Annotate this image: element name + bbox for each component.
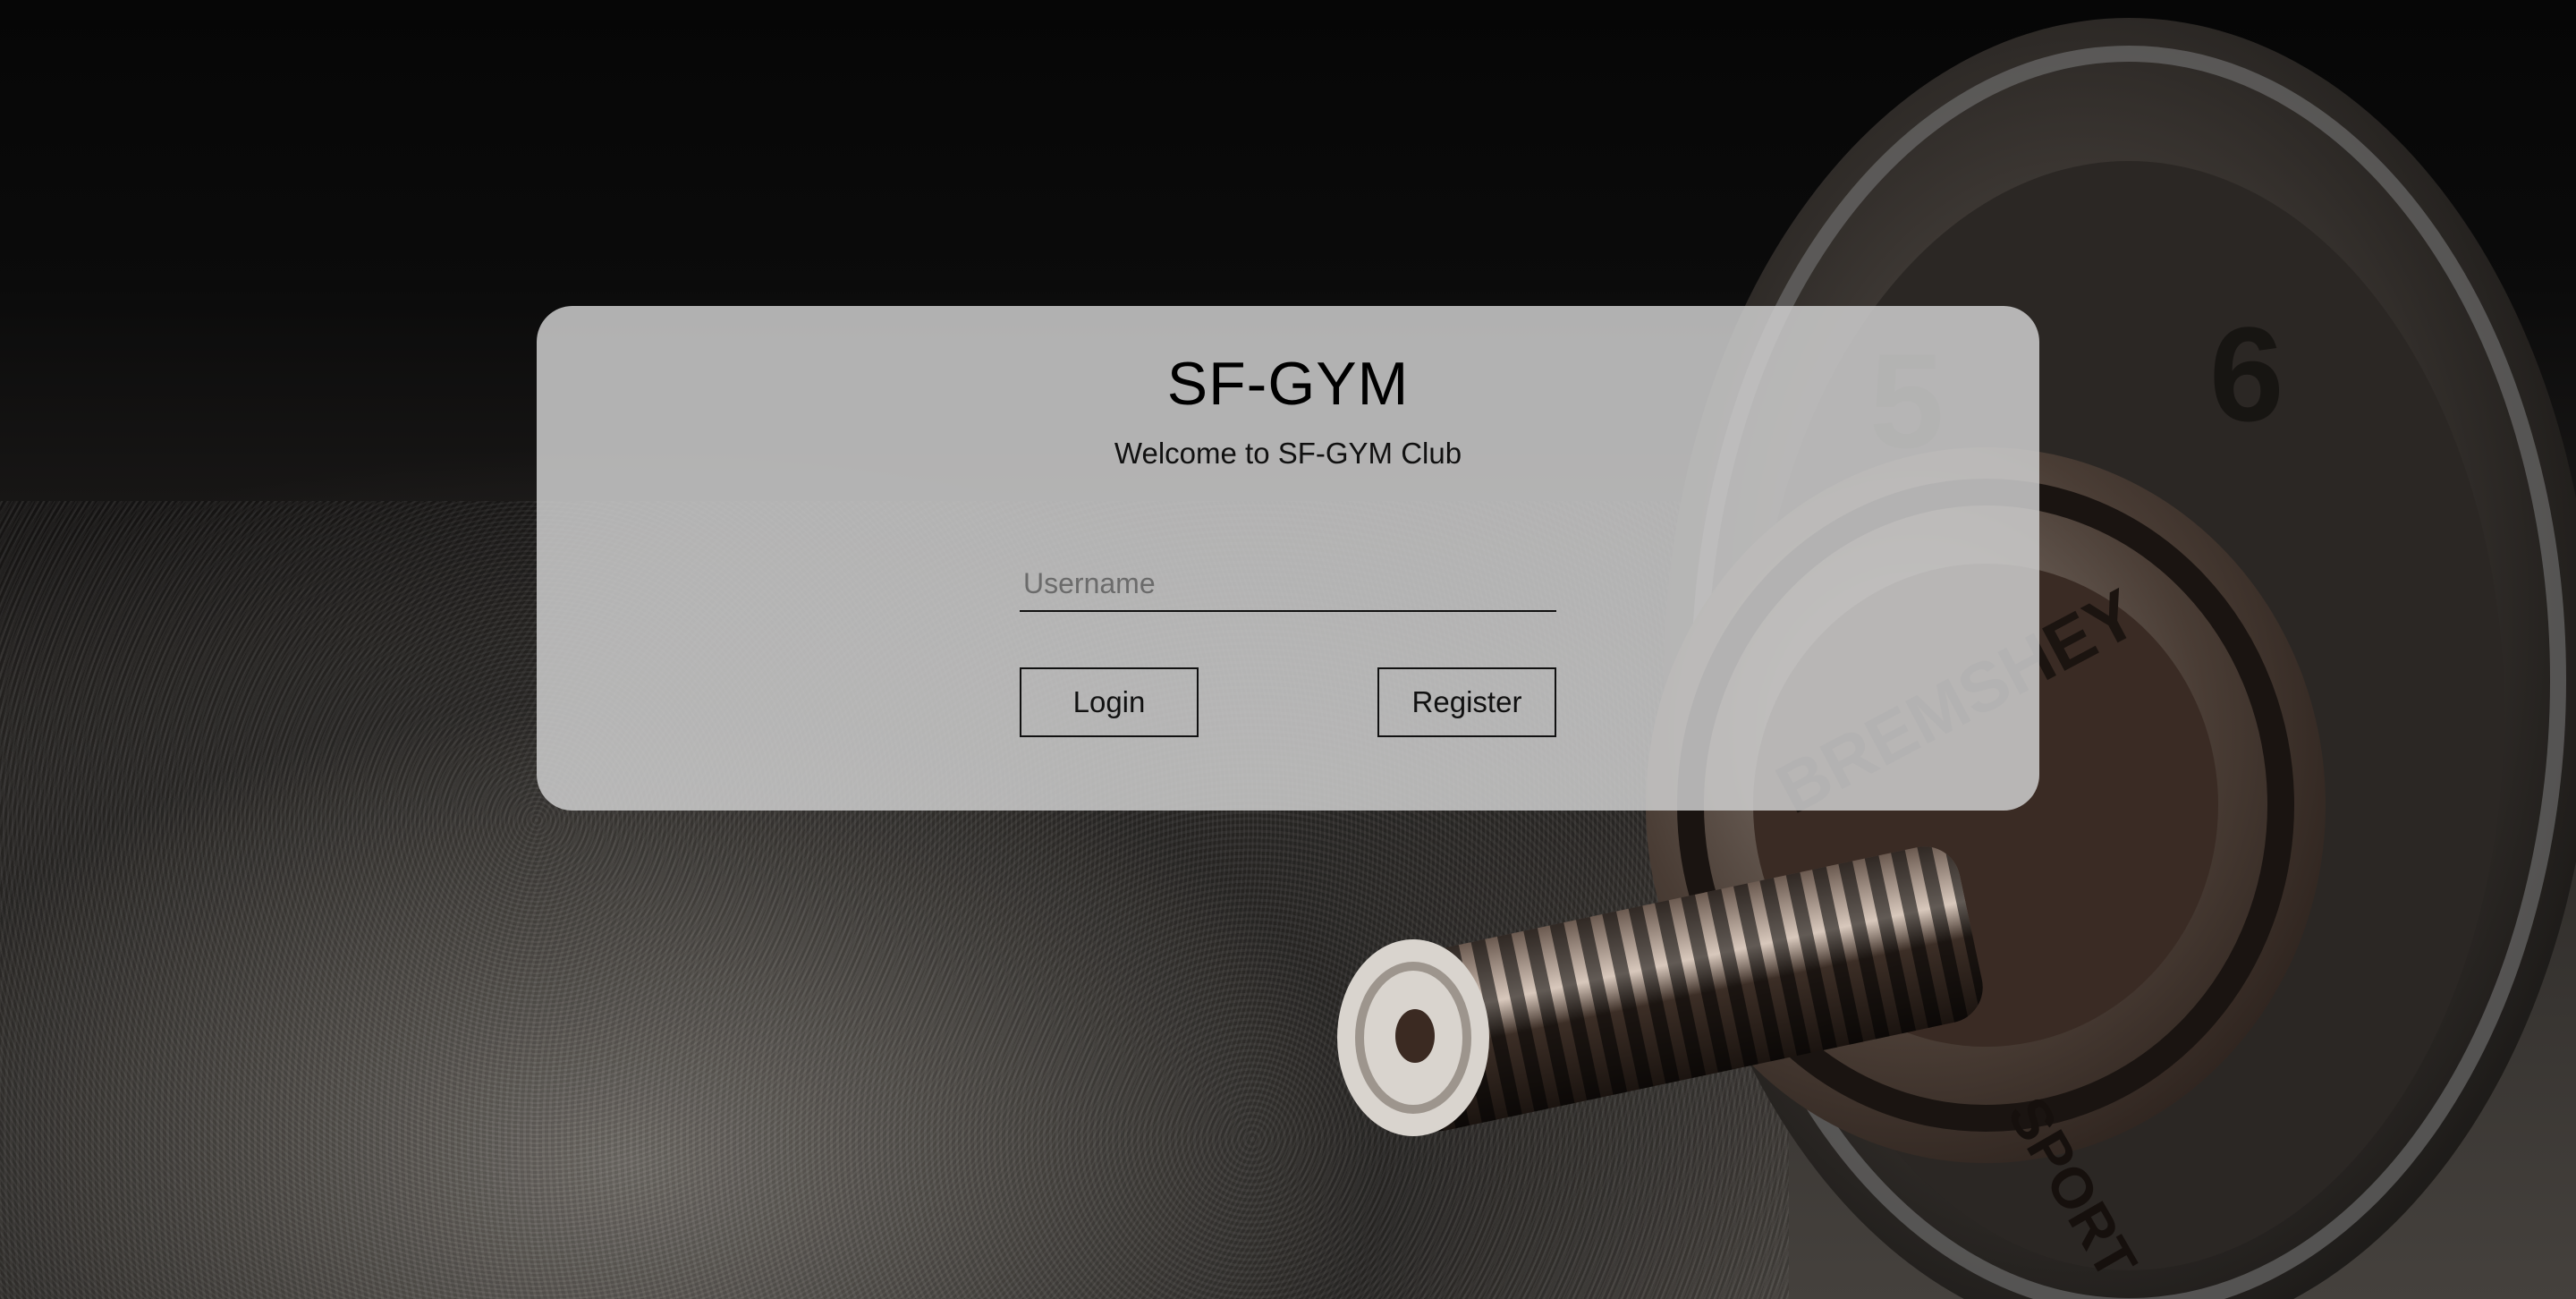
svg-text:6: 6	[2209, 299, 2284, 449]
register-button[interactable]: Register	[1377, 667, 1556, 737]
login-card: SF-GYM Welcome to SF-GYM Club Login Regi…	[537, 306, 2039, 811]
welcome-subtitle: Welcome to SF-GYM Club	[1114, 437, 1462, 470]
login-button[interactable]: Login	[1020, 667, 1199, 737]
username-input[interactable]	[1020, 556, 1556, 612]
login-page: 5 6 BREMSHEY SPORT SF-GYM Welcome to SF-…	[0, 0, 2576, 1299]
page-title: SF-GYM	[1166, 350, 1410, 418]
